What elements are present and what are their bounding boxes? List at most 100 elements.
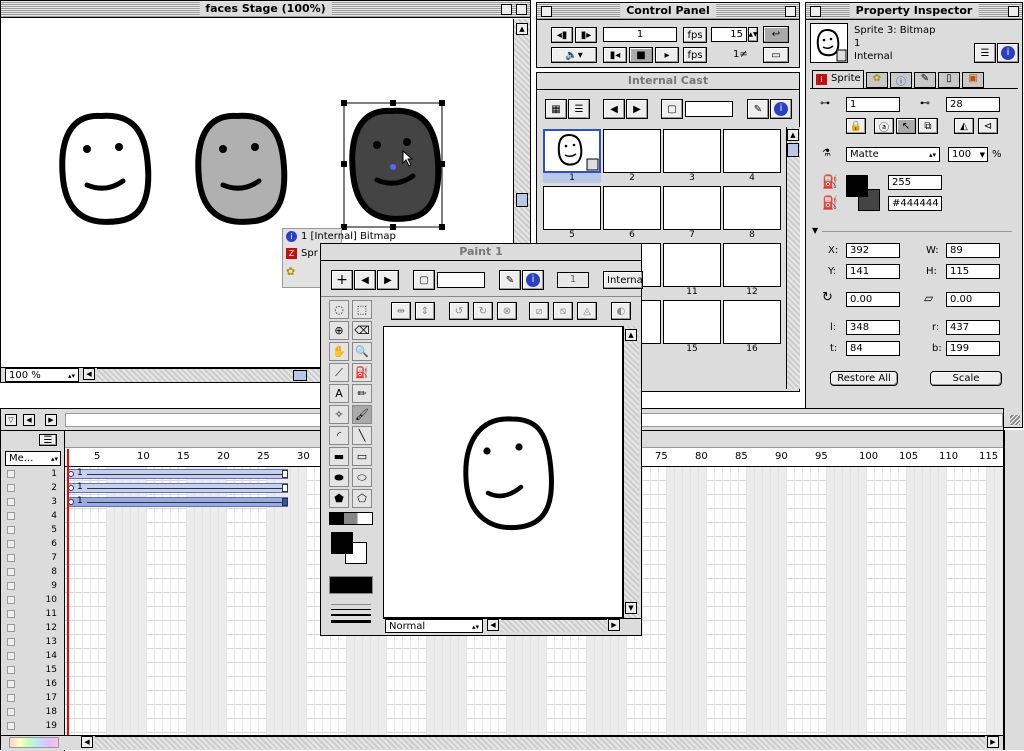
rotation-field[interactable]: 0.00 xyxy=(846,292,900,307)
tab-sprite[interactable]: i Sprite xyxy=(812,70,864,88)
hide-effects-button[interactable]: ☰ xyxy=(39,434,57,446)
b-field[interactable]: 199 xyxy=(946,341,1000,356)
filled-ellipse-tool-icon[interactable]: ⬬ xyxy=(329,468,349,487)
stage-titlebar[interactable]: faces Stage (100%) xyxy=(1,1,530,18)
sprite-span[interactable]: 1 xyxy=(68,496,288,507)
tab-movie[interactable]: ▣ xyxy=(962,72,984,88)
cast-member-cell[interactable] xyxy=(663,243,721,287)
volume-button[interactable]: 🔈▾ xyxy=(551,47,597,63)
paint-script-button[interactable]: ✎ xyxy=(499,270,521,290)
cast-script-button[interactable]: ✎ xyxy=(747,99,769,119)
scroll-up-arrow-icon[interactable]: ▲ xyxy=(625,329,637,341)
flip-horizontal-effect-button[interactable]: ⇹ xyxy=(391,302,411,320)
channel-number[interactable]: 2 xyxy=(21,483,57,493)
channel-number[interactable]: 9 xyxy=(21,581,57,591)
actual-fps-button[interactable]: fps xyxy=(683,47,707,63)
cast-member-cell[interactable] xyxy=(723,129,781,173)
channel-toggle[interactable] xyxy=(7,708,15,716)
rewind-button[interactable]: ▮◂ xyxy=(603,47,627,63)
line-width-selector[interactable] xyxy=(329,600,373,632)
cast-member-cell[interactable] xyxy=(603,186,661,230)
registration-tool-icon[interactable]: ⊕ xyxy=(329,321,349,340)
background-color-field[interactable]: #444444 xyxy=(888,196,942,211)
cast-member-cell[interactable] xyxy=(723,243,781,287)
score-vscroll-track[interactable] xyxy=(1004,430,1024,750)
collapse-box-icon[interactable] xyxy=(516,4,527,15)
flip-v-button[interactable]: ⊲ xyxy=(978,118,998,134)
channel-toggle[interactable] xyxy=(7,498,15,506)
frame-counter-field[interactable]: 1 xyxy=(603,27,677,42)
scroll-up-arrow-icon[interactable]: ▲ xyxy=(787,129,799,141)
skew-effect-button[interactable]: ⧄ xyxy=(529,302,549,320)
foreground-color-field[interactable]: 255 xyxy=(888,175,942,190)
paint-prev-button[interactable]: ◀ xyxy=(354,270,376,290)
x-field[interactable]: 392 xyxy=(846,243,900,258)
paint-info-button[interactable]: i xyxy=(522,270,544,290)
channel-number[interactable]: 7 xyxy=(21,553,57,563)
score-collapse-icon[interactable]: ▽ xyxy=(5,414,17,426)
ink-select[interactable]: Matte ▴▾ xyxy=(846,147,940,162)
control-panel-titlebar[interactable]: Control Panel xyxy=(537,3,799,20)
step-forward-button[interactable]: ▮▸ xyxy=(575,27,597,43)
stage-hscroll-thumb[interactable] xyxy=(293,370,307,381)
channel-toggle[interactable] xyxy=(7,666,15,674)
channel-number[interactable]: 17 xyxy=(21,693,57,703)
marquee-tool-icon[interactable]: ⬚ xyxy=(352,300,372,319)
tab-member[interactable]: ⓘ xyxy=(890,72,912,88)
cast-vscroll-thumb[interactable] xyxy=(787,143,799,157)
pencil-tool-icon[interactable]: ✏ xyxy=(352,384,372,403)
color-swatches[interactable] xyxy=(9,737,59,748)
channel-number[interactable]: 13 xyxy=(21,637,57,647)
channel-toggle[interactable] xyxy=(7,512,15,520)
cast-member-cell[interactable] xyxy=(663,300,721,344)
polygon-tool-icon[interactable]: ⬠ xyxy=(352,489,372,508)
warp-effect-button[interactable]: ⧅ xyxy=(553,302,573,320)
filled-rect-tool-icon[interactable]: ▬ xyxy=(329,447,349,466)
channel-toggle[interactable] xyxy=(7,554,15,562)
paint-canvas[interactable] xyxy=(383,326,623,618)
text-tool-icon[interactable]: A xyxy=(329,384,349,403)
play-button[interactable]: ▸ xyxy=(655,47,679,63)
smooth-effect-button[interactable]: ◐ xyxy=(611,302,631,320)
paint-ink-select[interactable]: Normal ▴▾ xyxy=(385,619,483,633)
cast-titlebar[interactable]: Internal Cast xyxy=(537,73,799,90)
cast-member-cell[interactable] xyxy=(543,186,601,230)
tab-bitmap[interactable]: ✎ xyxy=(914,72,936,88)
eyedropper-tool-icon[interactable]: ⟋ xyxy=(329,363,349,382)
cast-thumbnail-view-button[interactable]: ▦ xyxy=(545,99,567,119)
r-field[interactable]: 437 xyxy=(946,320,1000,335)
channel-toggle[interactable] xyxy=(7,540,15,548)
channel-toggle[interactable] xyxy=(7,568,15,576)
sprite-span[interactable]: 1 xyxy=(68,482,288,493)
fps-mode-button[interactable]: fps xyxy=(683,27,707,43)
cast-member-name-field[interactable] xyxy=(685,101,733,117)
cast-member-cell[interactable] xyxy=(603,129,661,173)
channel-toggle[interactable] xyxy=(7,652,15,660)
channel-toggle[interactable] xyxy=(7,680,15,688)
channel-number[interactable]: 14 xyxy=(21,651,57,661)
score-hscroll-right-icon[interactable]: ▶ xyxy=(987,736,999,748)
paint-drag-member-button[interactable]: ▢ xyxy=(413,270,435,290)
t-field[interactable]: 84 xyxy=(846,341,900,356)
channel-number[interactable]: 18 xyxy=(21,707,57,717)
channel-number[interactable]: 3 xyxy=(21,497,57,507)
channel-number[interactable]: 6 xyxy=(21,539,57,549)
channel-number[interactable]: 4 xyxy=(21,511,57,521)
moveable-button[interactable]: ↖ xyxy=(896,118,916,134)
l-field[interactable]: 348 xyxy=(846,320,900,335)
hand-tool-icon[interactable]: ✋ xyxy=(329,342,349,361)
gradient-colors-icon[interactable] xyxy=(329,512,373,525)
scroll-left-arrow-icon[interactable]: ◀ xyxy=(83,368,95,380)
ellipse-tool-icon[interactable]: ⬭ xyxy=(352,468,372,487)
score-right-arrow-icon[interactable]: ▶ xyxy=(45,414,57,426)
step-back-button[interactable]: ◂▮ xyxy=(551,27,573,43)
h-field[interactable]: 115 xyxy=(946,264,1000,279)
collapse-box-icon[interactable] xyxy=(1008,6,1019,17)
channel-number[interactable]: 19 xyxy=(21,721,57,731)
collapse-box-icon[interactable] xyxy=(785,6,796,17)
channel-toggle[interactable] xyxy=(7,582,15,590)
skew-field[interactable]: 0.00 xyxy=(946,292,1000,307)
playhead[interactable] xyxy=(67,449,69,749)
cast-member-cell[interactable] xyxy=(723,186,781,230)
paint-hscroll-right-icon[interactable]: ▶ xyxy=(608,619,620,631)
